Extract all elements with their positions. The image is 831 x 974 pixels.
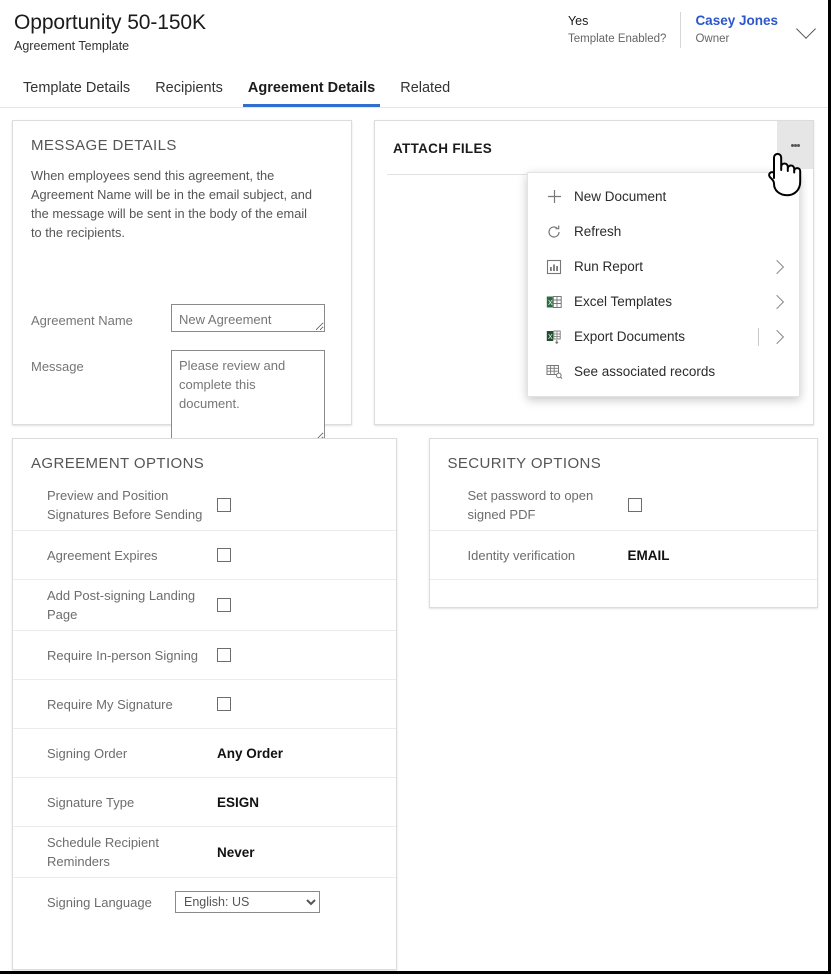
signing-language-select[interactable]: English: US xyxy=(175,891,320,913)
attach-files-context-menu: New Document Refresh Run Report X Excel … xyxy=(527,172,800,397)
menu-item-label: New Document xyxy=(574,188,667,204)
security-bottom-divider xyxy=(429,579,817,589)
option-row-signature-type: Signature Type ESIGN xyxy=(13,777,396,826)
kebab-dot xyxy=(796,143,800,147)
svg-text:X: X xyxy=(548,300,553,307)
chevron-right-icon xyxy=(767,326,789,348)
menu-item-label: Export Documents xyxy=(574,328,686,344)
my-signature-checkbox[interactable] xyxy=(217,697,231,711)
chevron-right-icon xyxy=(767,291,789,313)
template-enabled-label: Template Enabled? xyxy=(567,33,667,45)
message-input[interactable]: Please review and complete this document… xyxy=(171,350,325,442)
agreement-expires-checkbox[interactable] xyxy=(217,548,231,562)
identity-verification-value[interactable]: EMAIL xyxy=(628,548,670,563)
menu-item-see-associated-records[interactable]: See associated records xyxy=(528,354,799,389)
tab-agreement-details[interactable]: Agreement Details xyxy=(239,78,384,107)
preview-position-checkbox[interactable] xyxy=(217,498,231,512)
set-password-checkbox[interactable] xyxy=(627,498,642,512)
menu-item-label: See associated records xyxy=(574,363,716,379)
tab-template-details[interactable]: Template Details xyxy=(14,78,139,107)
signature-type-value[interactable]: ESIGN xyxy=(217,795,259,810)
option-label: Schedule Recipient Reminders xyxy=(47,835,160,869)
template-enabled-value: Yes xyxy=(567,14,589,28)
menu-item-run-report[interactable]: Run Report xyxy=(528,249,799,284)
menu-item-divider xyxy=(758,327,759,346)
agreement-name-label: Agreement Name xyxy=(31,313,133,328)
option-row-preview-position: Preview and Position Signatures Before S… xyxy=(13,480,396,530)
signing-order-value[interactable]: Any Order xyxy=(217,746,283,761)
agreement-name-row: Agreement Name New Agreement xyxy=(13,304,351,332)
app-window: Opportunity 50-150K Agreement Template Y… xyxy=(0,0,831,974)
menu-item-label: Refresh xyxy=(574,223,622,239)
option-label: Preview and Position Signatures Before S… xyxy=(47,488,203,522)
page-header: Opportunity 50-150K Agreement Template Y… xyxy=(0,0,828,68)
agreement-name-input[interactable]: New Agreement xyxy=(171,304,325,332)
agreement-options-card: AGREEMENT OPTIONS Preview and Position S… xyxy=(12,438,397,970)
option-label: Set password to open signed PDF xyxy=(467,488,594,522)
option-row-agreement-expires: Agreement Expires xyxy=(13,530,396,579)
menu-item-export-documents[interactable]: X Export Documents xyxy=(528,319,799,354)
tab-related[interactable]: Related xyxy=(391,78,459,107)
owner-label: Owner xyxy=(695,33,730,45)
form-row-bottom: AGREEMENT OPTIONS Preview and Position S… xyxy=(10,438,818,970)
plus-icon xyxy=(546,188,574,205)
option-row-in-person-signing: Require In-person Signing xyxy=(13,630,396,679)
message-row: Message Please review and complete this … xyxy=(13,350,351,442)
chevron-down-icon[interactable] xyxy=(794,16,820,42)
chevron-right-icon xyxy=(767,256,789,278)
option-row-my-signature: Require My Signature xyxy=(13,679,396,728)
option-row-reminders: Schedule Recipient Reminders Never xyxy=(13,826,396,877)
option-label: Identity verification xyxy=(467,547,576,563)
option-row-landing-page: Add Post-signing Landing Page xyxy=(13,579,396,630)
security-row-identity: Identity verification EMAIL xyxy=(429,530,817,579)
security-row-password: Set password to open signed PDF xyxy=(430,480,818,530)
option-label: Signing Order xyxy=(47,745,128,761)
associated-records-icon xyxy=(546,363,574,380)
reminders-value[interactable]: Never xyxy=(217,845,255,860)
option-label: Signing Language xyxy=(47,894,152,910)
header-summary: Yes Template Enabled? Casey Jones Owner xyxy=(554,12,820,48)
owner-name-link[interactable]: Casey Jones xyxy=(695,12,778,30)
tab-bar: Template Details Recipients Agreement De… xyxy=(0,68,828,108)
refresh-icon xyxy=(546,224,574,240)
template-enabled-field: Yes Template Enabled? xyxy=(554,12,680,48)
svg-text:X: X xyxy=(548,334,553,341)
menu-item-excel-templates[interactable]: X Excel Templates xyxy=(528,284,799,319)
menu-item-label: Run Report xyxy=(574,258,644,274)
menu-item-refresh[interactable]: Refresh xyxy=(528,214,799,249)
option-label: Require My Signature xyxy=(47,696,173,712)
security-options-card: SECURITY OPTIONS Set password to open si… xyxy=(428,438,818,608)
option-row-signing-language: Signing Language English: US xyxy=(13,877,396,926)
option-label: Require In-person Signing xyxy=(47,647,199,663)
owner-field: Casey Jones Owner xyxy=(680,12,792,48)
menu-item-label: Excel Templates xyxy=(574,293,673,309)
option-label: Add Post-signing Landing Page xyxy=(47,588,196,622)
message-label: Message xyxy=(31,359,84,374)
agreement-options-title: AGREEMENT OPTIONS xyxy=(31,455,205,472)
message-details-title: MESSAGE DETAILS xyxy=(31,137,177,154)
attach-files-title: ATTACH FILES xyxy=(393,141,493,156)
landing-page-checkbox[interactable] xyxy=(217,598,231,612)
more-vertical-icon[interactable] xyxy=(777,121,813,169)
message-details-description: When employees send this agreement, the … xyxy=(31,168,312,240)
message-details-card: MESSAGE DETAILS When employees send this… xyxy=(12,120,352,442)
tab-recipients[interactable]: Recipients xyxy=(146,78,232,107)
option-row-signing-order: Signing Order Any Order xyxy=(13,728,396,777)
report-icon xyxy=(546,259,574,275)
excel-export-icon: X xyxy=(546,329,574,345)
in-person-signing-checkbox[interactable] xyxy=(217,648,231,662)
option-label: Signature Type xyxy=(47,794,135,810)
option-label: Agreement Expires xyxy=(47,547,158,563)
security-options-title: SECURITY OPTIONS xyxy=(447,455,602,472)
menu-item-new-document[interactable]: New Document xyxy=(528,179,799,214)
excel-template-icon: X xyxy=(546,294,574,310)
